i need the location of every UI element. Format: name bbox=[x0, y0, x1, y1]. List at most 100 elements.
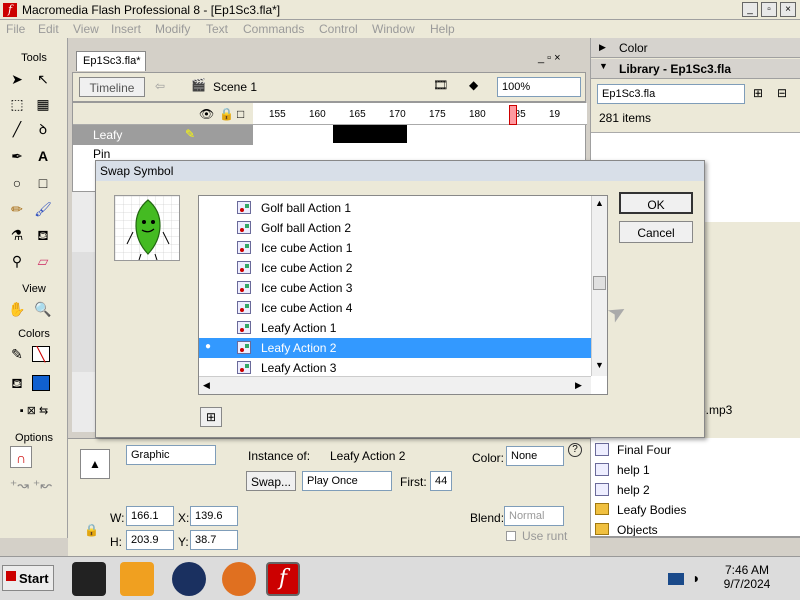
runtime-cache-checkbox[interactable] bbox=[506, 531, 516, 541]
menu-text[interactable]: Text bbox=[206, 22, 228, 36]
menu-file[interactable]: File bbox=[6, 22, 25, 36]
brush-tool-icon[interactable]: 🖌 bbox=[32, 198, 54, 220]
vertical-scrollbar[interactable]: ▲ ▼ bbox=[591, 196, 607, 376]
menu-view[interactable]: View bbox=[73, 22, 99, 36]
expand-arrow-icon[interactable]: ▶ bbox=[599, 42, 606, 53]
symbol-behavior-select[interactable]: Graphic bbox=[126, 445, 216, 465]
first-frame-input[interactable]: 44 bbox=[430, 471, 452, 491]
list-item[interactable]: Leafy Action 3 bbox=[199, 358, 591, 378]
document-tab[interactable]: Ep1Sc3.fla* bbox=[76, 51, 146, 71]
x-input[interactable]: 139.6 bbox=[190, 506, 238, 526]
eyedropper-icon[interactable]: ⚲ bbox=[6, 250, 28, 272]
cancel-button[interactable]: Cancel bbox=[619, 221, 693, 243]
text-tool-icon[interactable]: A bbox=[32, 145, 54, 167]
loop-select[interactable]: Play Once bbox=[302, 471, 392, 491]
doc-window-controls[interactable]: _ ▫ × bbox=[538, 52, 561, 64]
duplicate-symbol-icon[interactable]: ⊞ bbox=[200, 407, 222, 427]
timeline-toggle-button[interactable]: Timeline bbox=[79, 77, 145, 97]
y-input[interactable]: 38.7 bbox=[190, 530, 238, 550]
swap-colors-icon[interactable]: ▪ ⊠ ⇆ bbox=[4, 400, 64, 422]
list-item[interactable]: Leafy Action 1 bbox=[199, 318, 591, 338]
scene-name[interactable]: Scene 1 bbox=[213, 80, 257, 94]
fill-transform-icon[interactable]: ▦ bbox=[32, 93, 54, 115]
tray-monitor-icon[interactable] bbox=[668, 573, 684, 585]
free-transform-icon[interactable]: ⬚ bbox=[6, 93, 28, 115]
horizontal-scrollbar[interactable]: ◀ ▶ bbox=[199, 376, 591, 394]
clock[interactable]: 7:46 AM 9/7/2024 bbox=[712, 563, 782, 591]
edit-symbols-icon[interactable]: ◆ bbox=[469, 78, 478, 92]
library-document-select[interactable]: Ep1Sc3.fla bbox=[597, 84, 745, 104]
taskbar-app-icon[interactable] bbox=[72, 562, 106, 596]
minimize-button[interactable]: _ bbox=[742, 2, 758, 17]
scroll-thumb[interactable] bbox=[593, 276, 606, 290]
list-item[interactable]: Ice cube Action 2 bbox=[199, 258, 591, 278]
lock-ratio-icon[interactable]: 🔒 bbox=[84, 523, 99, 537]
oval-tool-icon[interactable]: ○ bbox=[6, 172, 28, 194]
symbol-list[interactable]: Golf ball Action 1 Golf ball Action 2 Ic… bbox=[198, 195, 608, 395]
menu-commands[interactable]: Commands bbox=[243, 22, 304, 36]
scroll-down-icon[interactable]: ▼ bbox=[593, 360, 606, 374]
eye-icon[interactable]: 👁 bbox=[199, 107, 214, 121]
menu-control[interactable]: Control bbox=[319, 22, 358, 36]
width-input[interactable]: 166.1 bbox=[126, 506, 174, 526]
collapse-arrow-icon[interactable]: ▼ bbox=[599, 61, 608, 71]
library-item[interactable]: help 2 bbox=[595, 480, 795, 500]
paint-bucket-icon[interactable]: ⛾ bbox=[32, 224, 54, 246]
frame-ruler[interactable]: 155 160 165 170 175 180 185 19 bbox=[253, 103, 587, 125]
back-arrow-icon[interactable]: ⇦ bbox=[155, 79, 165, 93]
zoom-select[interactable]: 100% bbox=[497, 77, 581, 97]
smooth-straighten-icon[interactable]: ⁺↝ ⁺↜ bbox=[6, 474, 56, 496]
fill-swatch[interactable] bbox=[32, 375, 50, 391]
ok-button[interactable]: OK bbox=[619, 192, 693, 214]
library-item[interactable]: Final Four bbox=[595, 440, 795, 460]
menu-insert[interactable]: Insert bbox=[111, 22, 141, 36]
media-player-icon[interactable] bbox=[120, 562, 154, 596]
rectangle-tool-icon[interactable]: □ bbox=[32, 172, 54, 194]
help-icon[interactable]: ? bbox=[568, 443, 582, 457]
pencil-tool-icon[interactable]: ✏ bbox=[6, 198, 28, 220]
list-item-selected[interactable]: ● Leafy Action 2 bbox=[199, 338, 591, 358]
color-panel-header[interactable]: Color bbox=[591, 38, 800, 58]
edit-scene-icon[interactable]: 🎞 bbox=[433, 78, 448, 92]
lock-icon[interactable]: 🔒 bbox=[219, 107, 234, 121]
list-item[interactable]: Ice cube Action 1 bbox=[199, 238, 591, 258]
color-effect-select[interactable]: None bbox=[506, 446, 564, 466]
flash-taskbar-icon[interactable]: f bbox=[266, 562, 300, 596]
outline-icon[interactable]: □ bbox=[237, 107, 244, 121]
stroke-color-icon[interactable]: ✎ bbox=[6, 343, 28, 365]
zoom-tool-icon[interactable]: 🔍 bbox=[32, 298, 54, 320]
restore-button[interactable]: ▫ bbox=[761, 2, 777, 17]
subselection-tool-icon[interactable]: ↖ bbox=[32, 68, 54, 90]
playhead[interactable] bbox=[509, 105, 517, 125]
menu-window[interactable]: Window bbox=[372, 22, 415, 36]
library-folder[interactable]: Leafy Bodies bbox=[595, 500, 795, 520]
list-item[interactable]: Golf ball Action 2 bbox=[199, 218, 591, 238]
menu-modify[interactable]: Modify bbox=[155, 22, 190, 36]
globe-icon[interactable] bbox=[172, 562, 206, 596]
snap-magnet-icon[interactable]: ∩ bbox=[10, 446, 32, 468]
ink-bottle-icon[interactable]: ⚗ bbox=[6, 224, 28, 246]
list-item[interactable]: Ice cube Action 3 bbox=[199, 278, 591, 298]
keyframe-block[interactable] bbox=[333, 125, 407, 143]
library-panel-header[interactable]: Library - Ep1Sc3.fla bbox=[591, 59, 800, 79]
line-tool-icon[interactable]: ╱ bbox=[6, 118, 28, 140]
hand-tool-icon[interactable]: ✋ bbox=[6, 298, 28, 320]
menu-edit[interactable]: Edit bbox=[38, 22, 59, 36]
swap-button[interactable]: Swap... bbox=[246, 471, 296, 491]
close-button[interactable]: × bbox=[780, 2, 796, 17]
blend-select[interactable]: Normal bbox=[504, 506, 564, 526]
scroll-left-icon[interactable]: ◀ bbox=[203, 380, 210, 391]
stroke-swatch[interactable]: ╲ bbox=[32, 346, 50, 362]
library-item[interactable]: help 1 bbox=[595, 460, 795, 480]
selection-tool-icon[interactable]: ➤ bbox=[6, 68, 28, 90]
scroll-right-icon[interactable]: ▶ bbox=[575, 380, 582, 391]
menu-help[interactable]: Help bbox=[430, 22, 455, 36]
tray-network-icon[interactable]: ◗ bbox=[692, 570, 700, 586]
lasso-tool-icon[interactable]: ꝺ bbox=[32, 118, 54, 140]
eraser-tool-icon[interactable]: ▱ bbox=[32, 250, 54, 272]
height-input[interactable]: 203.9 bbox=[126, 530, 174, 550]
list-item[interactable]: Golf ball Action 1 bbox=[199, 198, 591, 218]
firefox-icon[interactable] bbox=[222, 562, 256, 596]
fill-color-icon[interactable]: ⛾ bbox=[6, 372, 28, 394]
list-item[interactable]: Ice cube Action 4 bbox=[199, 298, 591, 318]
